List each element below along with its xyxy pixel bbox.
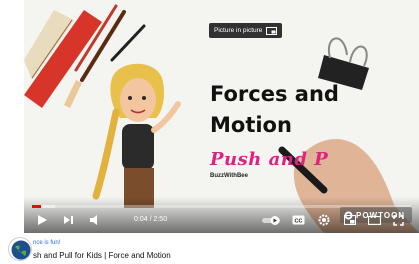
settings-icon: [318, 214, 330, 226]
miniplayer-button[interactable]: [342, 212, 358, 228]
miniplayer-icon: [344, 215, 356, 225]
brand-text: BuzzWithBee: [210, 173, 248, 179]
next-button[interactable]: [60, 212, 76, 228]
video-player[interactable]: Picture in picture Forces and Motion Pus…: [24, 0, 419, 233]
channel-avatar[interactable]: [8, 237, 32, 261]
theater-button[interactable]: [366, 212, 382, 228]
autoplay-toggle-icon: [262, 215, 280, 225]
time-display: 0:04 / 2:50: [134, 216, 168, 223]
video-title[interactable]: sh and Pull for Kids | Force and Motion: [33, 251, 171, 260]
play-icon: [37, 215, 47, 225]
push-pull-text: Push and P: [210, 149, 329, 170]
fullscreen-icon: [392, 214, 404, 226]
video-meta: nce is fun! sh and Pull for Kids | Force…: [0, 236, 419, 264]
video-title-line-1: Forces and: [210, 82, 339, 106]
autoplay-toggle[interactable]: [261, 212, 281, 228]
progress-played: [32, 205, 42, 208]
globe-icon: [10, 239, 31, 260]
cc-label: CC: [294, 218, 302, 224]
next-icon: [63, 216, 73, 224]
play-button[interactable]: [34, 212, 50, 228]
settings-button[interactable]: [316, 212, 332, 228]
volume-icon: [89, 215, 97, 225]
page: Picture in picture Forces and Motion Pus…: [0, 0, 419, 264]
pip-tooltip: Picture in picture: [209, 23, 283, 38]
pip-icon: [266, 26, 278, 35]
video-title-line-2: Motion: [210, 113, 292, 137]
cc-icon: CC: [292, 215, 304, 225]
cc-button[interactable]: CC: [290, 212, 306, 228]
channel-link[interactable]: nce is fun!: [33, 240, 60, 246]
theater-icon: [367, 215, 381, 225]
volume-button[interactable]: [86, 212, 102, 228]
pip-tooltip-label: Picture in picture: [214, 27, 263, 34]
fullscreen-button[interactable]: [390, 212, 406, 228]
